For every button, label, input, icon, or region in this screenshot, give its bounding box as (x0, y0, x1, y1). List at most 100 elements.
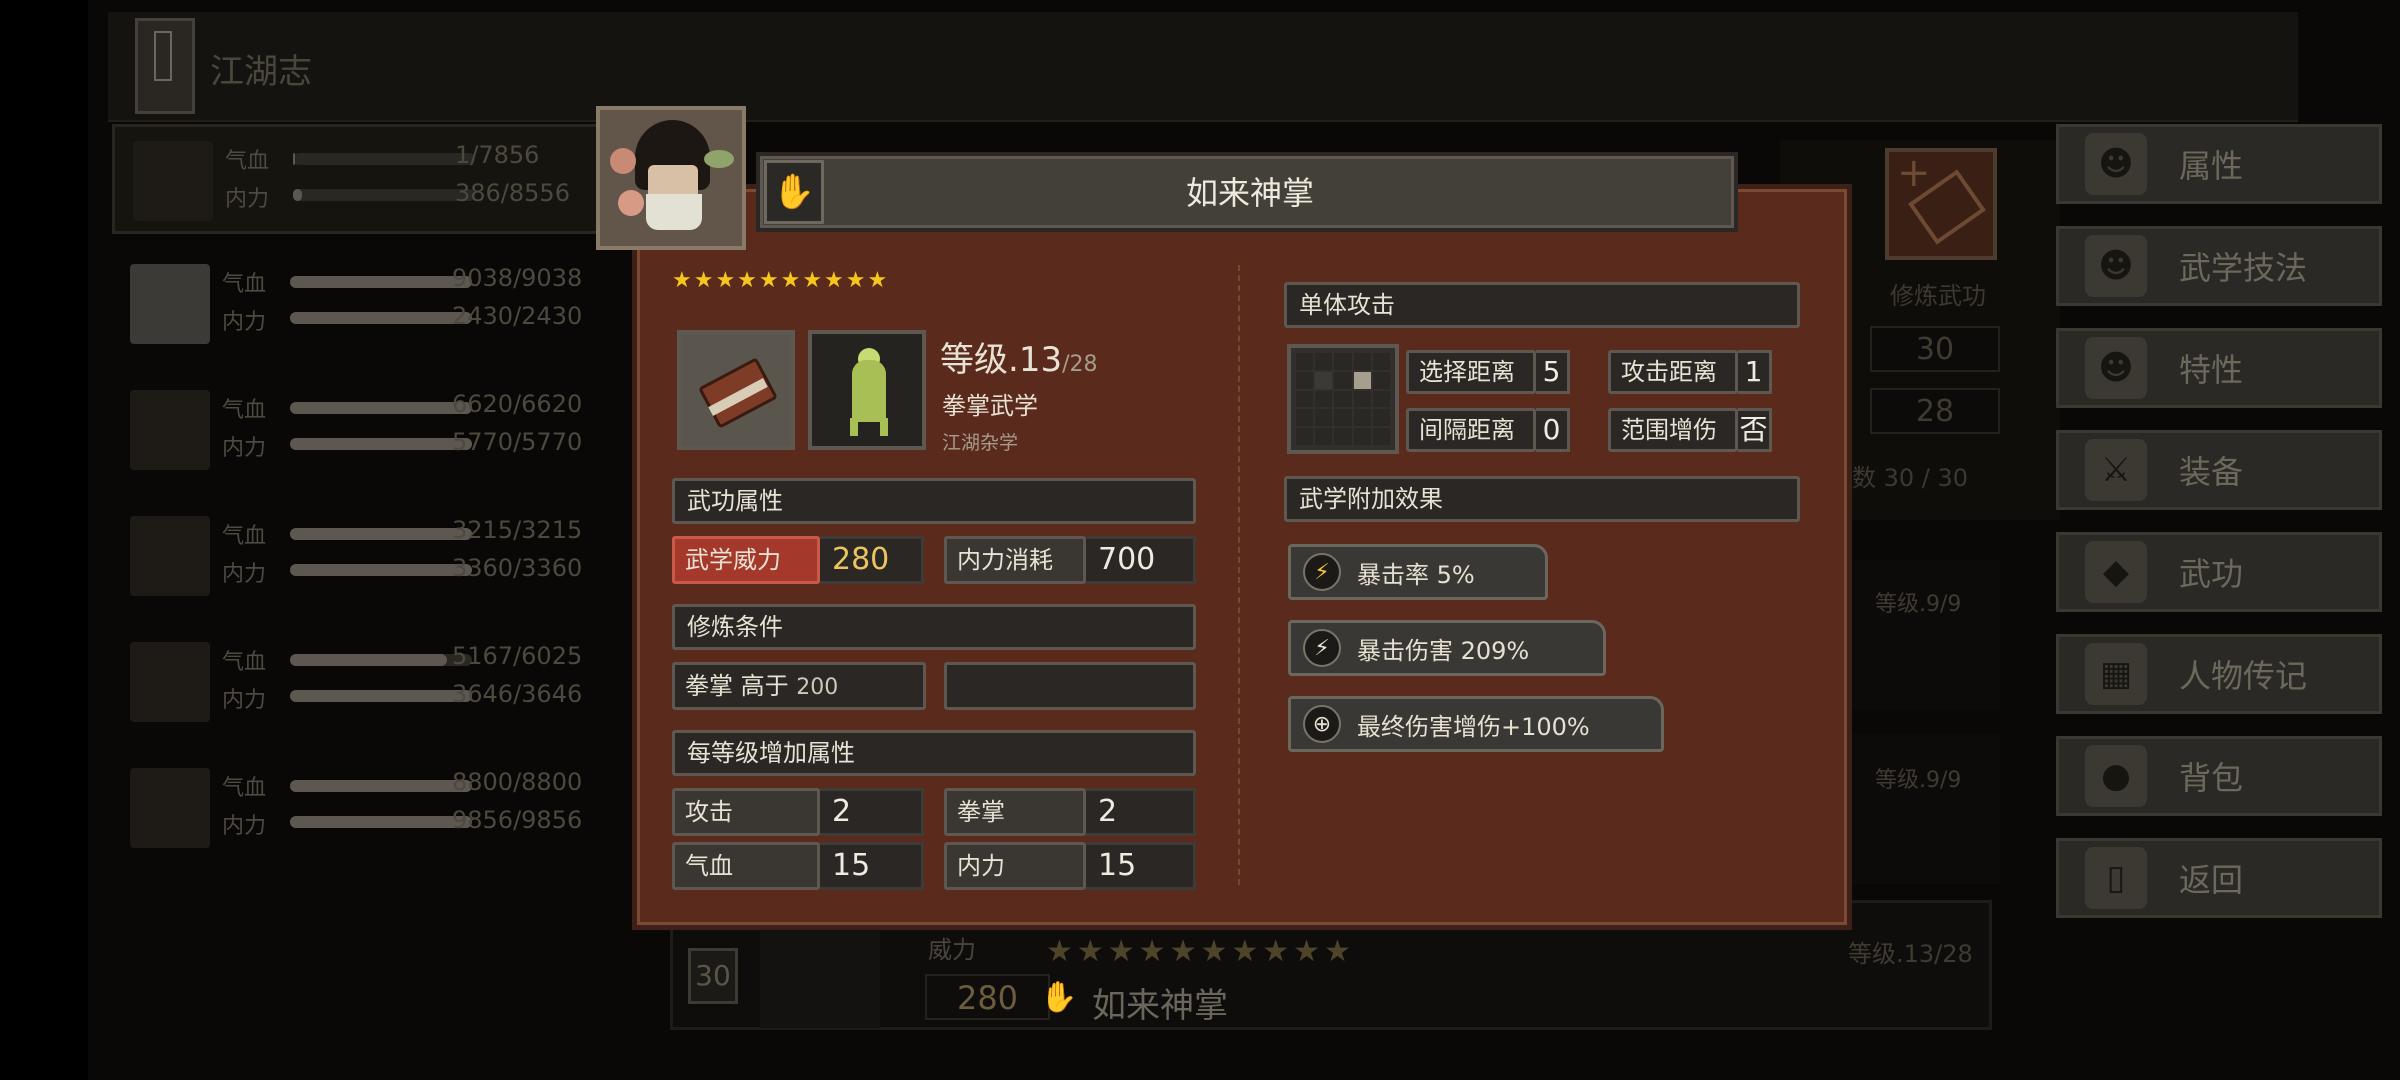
star-rating: ★★★★★★★★★★ (672, 268, 890, 293)
sword-icon: ⚔ (2085, 439, 2147, 501)
mp-label: 内力 (222, 562, 267, 587)
avatar (130, 390, 210, 470)
hp-value: 5167/6025 (452, 642, 583, 670)
mp-label: 内力 (222, 814, 267, 839)
nav-biography-button[interactable]: ▦ 人物传记 (2056, 634, 2382, 714)
skill-level: 等级.9/9 (1875, 768, 1962, 793)
growth-stat: 攻击 2 (672, 788, 924, 836)
effect-crit-rate: ⚡ 暴击率 5% (1288, 544, 1548, 600)
per-level-header: 每等级增加属性 (672, 730, 1196, 776)
nav-label: 特性 (2179, 351, 2244, 389)
skill-name: 如来神掌 (1092, 986, 1228, 1026)
nav-attributes-button[interactable]: ☻ 属性 (2056, 124, 2382, 204)
attack-range: 攻击距离 1 (1608, 350, 1772, 394)
hp-label: 气血 (222, 524, 267, 549)
party-member-5[interactable]: 气血 内力 5167/6025 3646/3646 (112, 628, 612, 738)
hp-value: 8800/8800 (452, 768, 583, 796)
power-stat: 武学威力 280 (672, 536, 924, 584)
effect-crit-damage: ⚡ 暴击伤害 209% (1288, 620, 1606, 676)
character-portrait (596, 106, 746, 250)
mp-label: 内力 (222, 688, 267, 713)
fist-palm-figure-icon (808, 330, 926, 450)
hp-value: 3215/3215 (452, 516, 583, 544)
party-member-2[interactable]: 气血 内力 9038/9038 2430/2430 (112, 250, 612, 360)
nav-label: 属性 (2179, 147, 2244, 185)
mp-bar (290, 690, 472, 702)
skill-level: 等级.9/9 (1875, 592, 1962, 617)
power-label: 武学威力 (672, 536, 820, 584)
effects-header: 武学附加效果 (1284, 476, 1800, 522)
mp-value: 3360/3360 (452, 554, 583, 582)
page-title: 江湖志 (210, 52, 312, 92)
mp-value: 386/8556 (455, 179, 570, 207)
nav-back-button[interactable]: ▯ 返回 (2056, 838, 2382, 918)
trait-icon: ☻ (2085, 337, 2147, 399)
skill-title: 如来神掌 (1185, 174, 1314, 212)
left-margin (0, 0, 88, 1080)
hp-bar (290, 402, 472, 414)
hp-label: 气血 (222, 398, 267, 423)
growth-stat: 内力 15 (944, 842, 1196, 890)
practice-value-1: 30 (1870, 326, 2000, 372)
nav-label: 返回 (2179, 861, 2244, 899)
skill-icon-tile (760, 920, 880, 1028)
nav-label: 人物传记 (2179, 657, 2308, 695)
skill-book-icon (677, 330, 795, 450)
door-icon: ▯ (2085, 847, 2147, 909)
skill-badge: 30 (688, 948, 738, 1004)
mp-label: 内力 (222, 436, 267, 461)
hp-bar (290, 654, 472, 666)
mp-cost-label: 内力消耗 (944, 536, 1086, 584)
party-member-3[interactable]: 气血 内力 6620/6620 5770/5770 (112, 376, 612, 486)
hp-bar (290, 528, 472, 540)
gap-range: 间隔距离 0 (1406, 408, 1570, 452)
party-member-4[interactable]: 气血 内力 3215/3215 3360/3360 (112, 502, 612, 612)
bag-icon: ● (2085, 745, 2147, 807)
nav-martial-button[interactable]: ◆ 武功 (2056, 532, 2382, 612)
nav-equipment-button[interactable]: ⚔ 装备 (2056, 430, 2382, 510)
mp-value: 9856/9856 (452, 806, 583, 834)
mp-value: 2430/2430 (452, 302, 583, 330)
nav-traits-button[interactable]: ☻ 特性 (2056, 328, 2382, 408)
practice-value-2: 28 (1870, 388, 2000, 434)
power-value: 280 (925, 974, 1050, 1020)
palm-icon: ✋ (1040, 980, 1078, 1015)
mp-label: 内力 (225, 187, 270, 212)
hp-label: 气血 (222, 650, 267, 675)
star-rating: ★★★★★★★★★★ (1046, 934, 1355, 969)
select-range: 选择距离 5 (1406, 350, 1570, 394)
party-member-6[interactable]: 气血 内力 8800/8800 9856/9856 (112, 754, 612, 864)
hp-value: 9038/9038 (452, 264, 583, 292)
mp-label: 内力 (222, 310, 267, 335)
nav-bag-button[interactable]: ● 背包 (2056, 736, 2382, 816)
avatar (130, 264, 210, 344)
avatar (130, 768, 210, 848)
lightning-icon: ⚡ (1303, 629, 1341, 667)
title-bar (108, 12, 2298, 122)
power-label: 威力 (928, 936, 976, 964)
mp-bar (290, 564, 472, 576)
practice-label: 修炼武功 (1890, 282, 1986, 310)
palm-icon: ✋ (764, 160, 824, 224)
requirement: 拳掌 高于 200 (672, 662, 926, 710)
effect-final-damage: ⊕ 最终伤害增伤+100% (1288, 696, 1664, 752)
hp-label: 气血 (225, 149, 270, 174)
hp-label: 气血 (222, 272, 267, 297)
requirement-empty (944, 662, 1196, 710)
avatar (133, 141, 213, 221)
martial-book-icon: ◆ (2085, 541, 2147, 603)
aoe-bonus: 范围增伤 否 (1608, 408, 1772, 452)
practice-book-icon[interactable]: + (1885, 148, 1997, 260)
nav-label: 武学技法 (2179, 249, 2308, 287)
nav-label: 背包 (2179, 759, 2244, 797)
mp-bar (293, 189, 475, 201)
nav-techniques-button[interactable]: ☻ 武学技法 (2056, 226, 2382, 306)
attributes-header: 武功属性 (672, 478, 1196, 524)
chronicle-book-icon (135, 18, 195, 114)
skill-person-icon: ☻ (2085, 235, 2147, 297)
biography-icon: ▦ (2085, 643, 2147, 705)
avatar (130, 516, 210, 596)
hp-bar (290, 780, 472, 792)
party-member-1[interactable]: 气血 内力 1/7856 386/8556 (112, 124, 612, 234)
hp-bar (293, 153, 475, 165)
